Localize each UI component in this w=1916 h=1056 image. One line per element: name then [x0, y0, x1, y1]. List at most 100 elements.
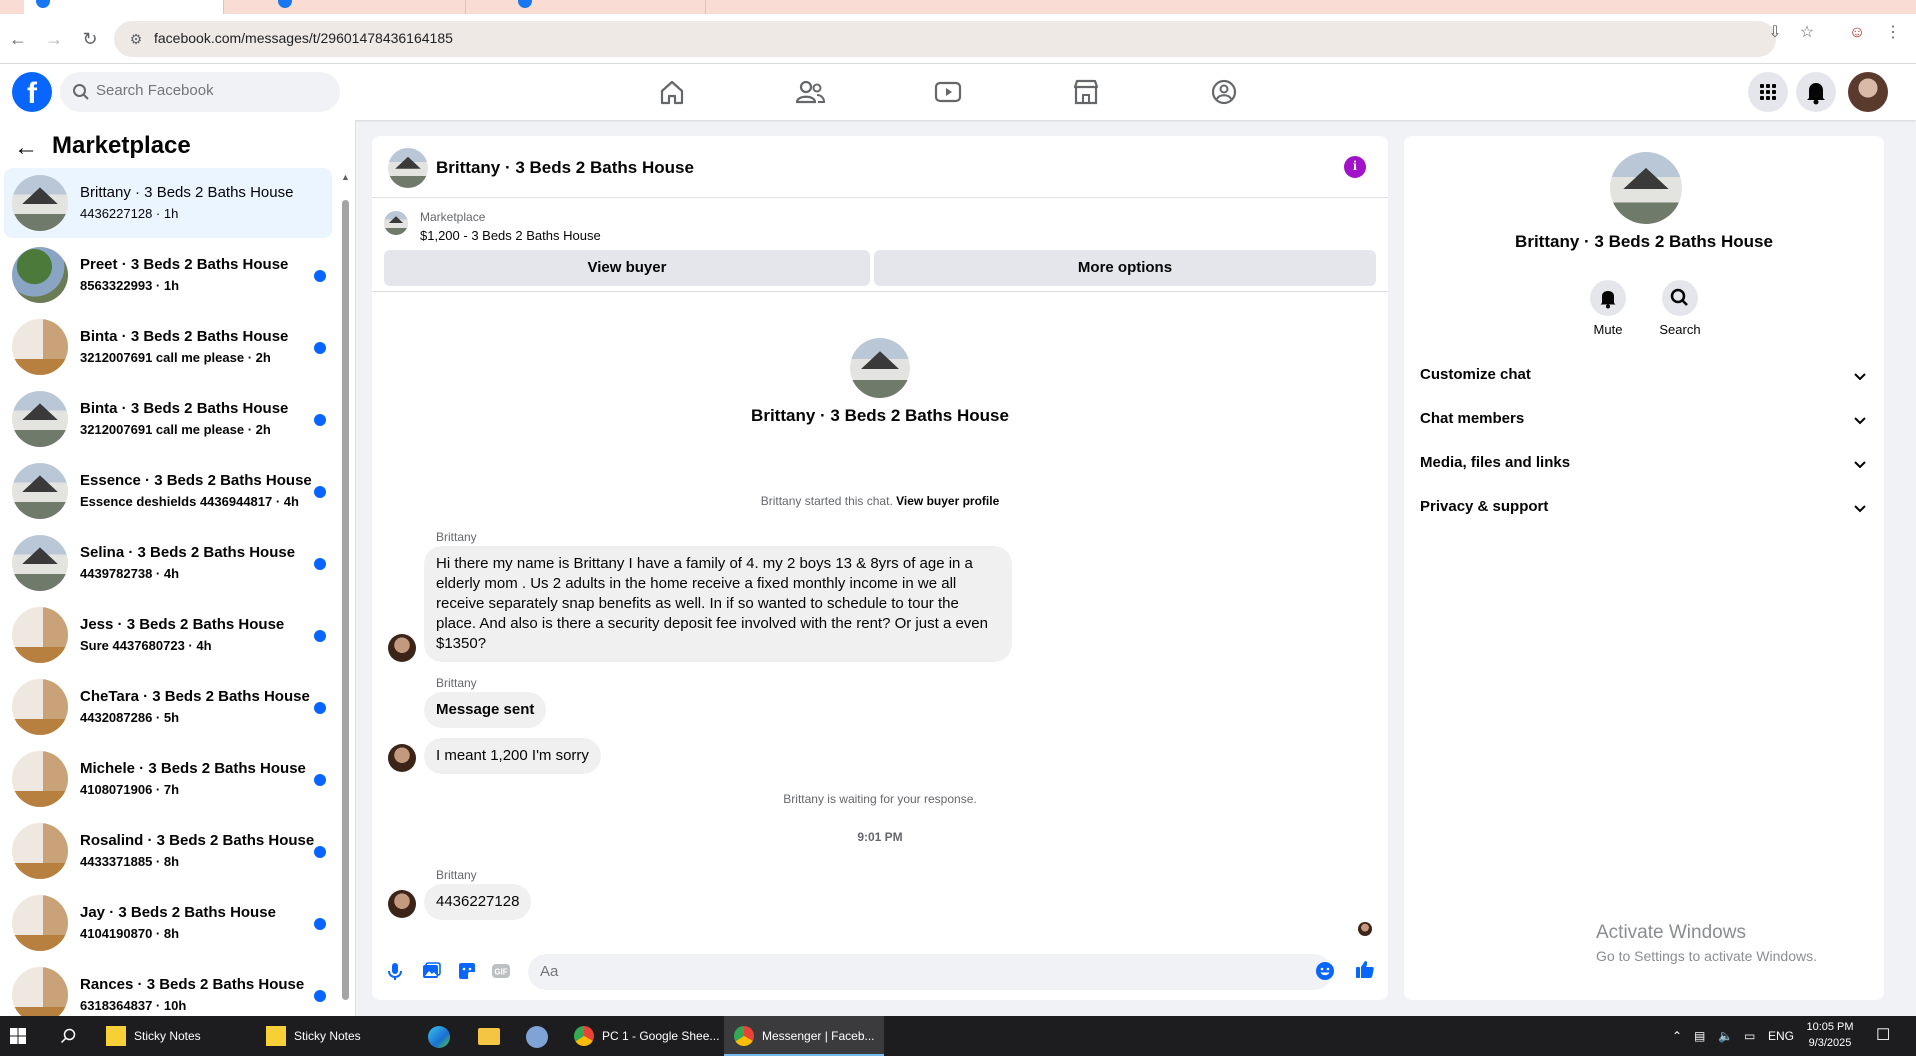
chat-thumbnail[interactable]: [388, 148, 428, 188]
search-input[interactable]: [96, 82, 326, 99]
conversation-item[interactable]: CheTara · 3 Beds 2 Baths House 4432087286…: [4, 672, 332, 742]
sender-avatar[interactable]: [388, 634, 416, 662]
conversation-item[interactable]: Essence · 3 Beds 2 Baths House Essence de…: [4, 456, 332, 526]
media-files-links-row[interactable]: Media, files and links: [1420, 444, 1868, 484]
facebook-favicon-icon: [278, 0, 292, 8]
marketplace-store-icon[interactable]: [1066, 72, 1106, 112]
info-icon[interactable]: i: [1344, 156, 1366, 178]
conversation-title: Binta · 3 Beds 2 Baths House: [80, 400, 289, 417]
sidebar-scrollbar[interactable]: ▲ ▼: [340, 168, 350, 1008]
volume-icon[interactable]: 🔈: [1718, 1016, 1733, 1056]
listing-price[interactable]: $1,200 - 3 Beds 2 Baths House: [420, 228, 601, 243]
reload-icon[interactable]: ↻: [78, 27, 102, 51]
conversation-item[interactable]: Binta · 3 Beds 2 Baths House 3212007691 c…: [4, 312, 332, 382]
browser-menu-icon[interactable]: ⋮: [1882, 22, 1904, 44]
conversation-item[interactable]: Rosalind · 3 Beds 2 Baths House 443337188…: [4, 816, 332, 886]
row-label: Chat members: [1420, 410, 1525, 427]
message-bubble[interactable]: I meant 1,200 I'm sorry: [424, 738, 601, 774]
message-input-box[interactable]: [528, 954, 1332, 990]
bookmark-star-icon[interactable]: ☆: [1796, 22, 1818, 44]
chat-members-row[interactable]: Chat members: [1420, 400, 1868, 440]
back-arrow-icon[interactable]: ←: [14, 134, 38, 162]
watch-video-icon[interactable]: [928, 72, 968, 112]
browser-tab-messenger[interactable]: [24, 0, 224, 14]
seen-indicator-avatar: [1358, 922, 1372, 936]
chat-started-notice: Brittany started this chat. View buyer p…: [372, 494, 1388, 508]
menu-grid-button[interactable]: [1748, 72, 1788, 112]
photo-icon[interactable]: [420, 960, 442, 982]
sticker-icon[interactable]: [456, 960, 478, 982]
notification-center-icon[interactable]: ☐: [1876, 1016, 1890, 1056]
taskbar-clock[interactable]: 10:05 PM 9/3/2025: [1800, 1019, 1860, 1051]
chat-title[interactable]: Brittany · 3 Beds 2 Baths House: [436, 158, 694, 178]
message-input[interactable]: [540, 963, 1280, 980]
conversation-thumbnail: [12, 391, 68, 447]
thumbs-up-icon[interactable]: [1354, 958, 1376, 980]
browser-tab-marketplace-1[interactable]: [266, 0, 466, 14]
conversation-item[interactable]: Binta · 3 Beds 2 Baths House 3212007691 c…: [4, 384, 332, 454]
message-bubble[interactable]: Hi there my name is Brittany I have a fa…: [424, 546, 1012, 662]
taskbar-sticky-notes-1[interactable]: Sticky Notes: [106, 1016, 256, 1056]
more-options-button[interactable]: More options: [874, 250, 1376, 286]
privacy-support-row[interactable]: Privacy & support: [1420, 488, 1868, 528]
conversation-thumbnail: [12, 823, 68, 879]
conversation-title: CheTara · 3 Beds 2 Baths House: [80, 688, 310, 705]
profile-icon[interactable]: ☺: [1846, 22, 1868, 44]
sender-avatar[interactable]: [388, 744, 416, 772]
friends-icon[interactable]: [790, 72, 830, 112]
facebook-logo-icon[interactable]: f: [12, 72, 52, 112]
sticky-notes-icon: [106, 1026, 126, 1046]
gif-icon[interactable]: GIF: [490, 960, 512, 982]
view-buyer-button[interactable]: View buyer: [384, 250, 870, 286]
conversation-item[interactable]: Michele · 3 Beds 2 Baths House 4108071906…: [4, 744, 332, 814]
facebook-search-box[interactable]: [60, 72, 340, 112]
sender-avatar[interactable]: [388, 890, 416, 918]
microphone-icon[interactable]: [384, 960, 406, 982]
mute-button[interactable]: Mute: [1578, 280, 1638, 337]
tray-chevron-icon[interactable]: ⌃: [1672, 1016, 1682, 1056]
conversation-item[interactable]: Selina · 3 Beds 2 Baths House 4439782738 …: [4, 528, 332, 598]
scroll-up-arrow-icon[interactable]: ▲: [341, 172, 350, 182]
language-indicator[interactable]: ENG: [1768, 1016, 1794, 1056]
conversation-item[interactable]: Brittany · 3 Beds 2 Baths House 443622712…: [4, 168, 332, 238]
network-icon[interactable]: ▤: [1694, 1016, 1705, 1056]
browser-tab-marketplace-2[interactable]: [506, 0, 706, 14]
conversation-preview: Sure 4437680723 · 4h: [80, 638, 212, 653]
conversation-preview: Essence deshields 4436944817 · 4h: [80, 494, 299, 509]
notifications-button[interactable]: [1796, 72, 1836, 112]
conversation-item[interactable]: Jay · 3 Beds 2 Baths House 4104190870 · 8…: [4, 888, 332, 958]
conversation-title: Selina · 3 Beds 2 Baths House: [80, 544, 296, 561]
battery-icon[interactable]: ▭: [1744, 1016, 1755, 1056]
taskbar-google-sheets[interactable]: PC 1 - Google Shee...: [570, 1016, 719, 1056]
emoji-icon[interactable]: [1314, 960, 1336, 982]
taskbar-search-icon[interactable]: [60, 1028, 76, 1044]
message-bubble[interactable]: Message sent: [424, 692, 547, 728]
home-icon[interactable]: [652, 72, 692, 112]
sticky-notes-icon: [266, 1026, 286, 1046]
conversation-item[interactable]: Rances · 3 Beds 2 Baths House 6318364837 …: [4, 960, 332, 1016]
taskbar-messenger[interactable]: Messenger | Faceb...: [724, 1016, 884, 1056]
site-info-icon[interactable]: ⚙: [126, 29, 146, 49]
search-icon: [1670, 288, 1688, 306]
sender-name: Brittany: [436, 868, 477, 882]
unread-dot-icon: [314, 414, 326, 426]
forward-arrow-icon[interactable]: →: [42, 27, 66, 51]
customize-chat-row[interactable]: Customize chat: [1420, 356, 1868, 396]
account-avatar[interactable]: [1848, 72, 1888, 112]
install-app-icon[interactable]: ⇩: [1764, 22, 1786, 44]
time-divider: 9:01 PM: [857, 830, 903, 844]
view-buyer-profile-link[interactable]: View buyer profile: [896, 494, 999, 508]
file-explorer-icon[interactable]: [478, 1028, 500, 1045]
search-conversation-button[interactable]: Search: [1650, 280, 1710, 337]
address-bar[interactable]: ⚙ facebook.com/messages/t/29601478436164…: [114, 21, 1776, 57]
app-icon[interactable]: [526, 1026, 548, 1048]
message-bubble[interactable]: 4436227128: [424, 884, 532, 920]
conversation-item[interactable]: Preet · 3 Beds 2 Baths House 8563322993 ·…: [4, 240, 332, 310]
scrollbar-thumb[interactable]: [342, 200, 349, 1000]
groups-icon[interactable]: [1204, 72, 1244, 112]
windows-start-icon[interactable]: [10, 1028, 26, 1044]
conversation-item[interactable]: Jess · 3 Beds 2 Baths House Sure 44376807…: [4, 600, 332, 670]
edge-browser-icon[interactable]: [428, 1026, 450, 1048]
back-arrow-icon[interactable]: ←: [6, 27, 30, 51]
taskbar-sticky-notes-2[interactable]: Sticky Notes: [266, 1016, 416, 1056]
